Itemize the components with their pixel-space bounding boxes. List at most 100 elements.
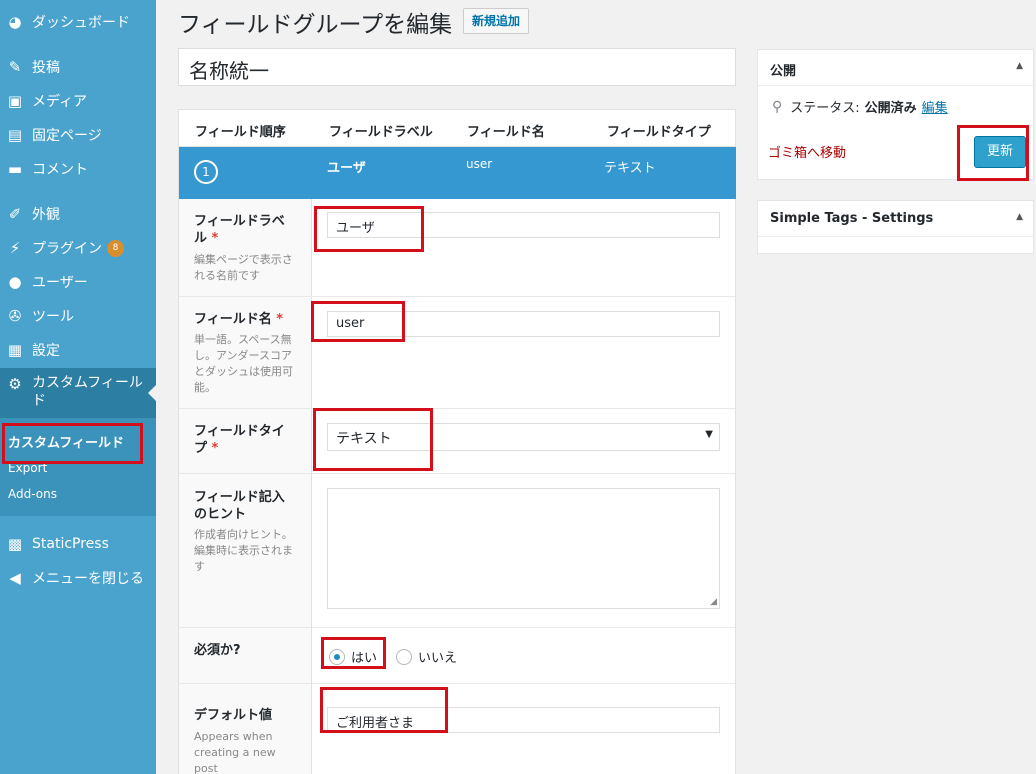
publish-box: 公開 ▲ ⚲ ステータス: 公開済み 編集 ゴミ箱へ移動 更新 xyxy=(757,49,1034,180)
menu-custom-fields[interactable]: ⚙ カスタムフィールド xyxy=(0,368,156,418)
dropdown-arrow-icon: ▼ xyxy=(705,429,713,440)
field-type-select[interactable]: テキスト ▼ xyxy=(327,423,720,451)
submenu-export[interactable]: Export xyxy=(8,461,47,475)
select-value: テキスト xyxy=(336,431,392,447)
field-label-input[interactable]: ユーザ xyxy=(327,212,720,238)
staticpress-icon: ▩ xyxy=(7,535,23,553)
menu-staticpress[interactable]: ▩ StaticPress xyxy=(0,527,156,561)
field-type-title: フィールドタイプ * xyxy=(194,423,294,457)
menu-label: コメント xyxy=(32,162,88,178)
menu-label: カスタムフィールド xyxy=(32,375,143,409)
label-text: フィールドタイプ xyxy=(194,424,285,456)
menu-label: メディア xyxy=(32,94,88,110)
required-mark: * xyxy=(276,312,284,327)
comment-icon: ▬ xyxy=(7,160,23,178)
field-hint-title: フィールド記入のヒント xyxy=(194,490,285,522)
admin-sidebar: ◕ ダッシュボード ✎ 投稿 ▣ メディア ▤ 固定ページ ▬ コメント ✐ 外観 ⚡ プラグ… xyxy=(0,0,156,774)
menu-label: プラグイン xyxy=(32,241,102,257)
field-row[interactable]: 1 ユーザ user テキスト xyxy=(179,147,736,199)
status-line: ⚲ ステータス: 公開済み 編集 xyxy=(772,97,948,117)
field-edit-panel: フィールドラベル * 編集ページで表示される名前です ユーザ フィールド名 * … xyxy=(179,199,735,774)
menu-plugins[interactable]: ⚡ プラグイン 8 xyxy=(0,231,156,265)
field-hint-textarea[interactable]: ◢ xyxy=(327,488,720,609)
menu-appearance[interactable]: ✐ 外観 xyxy=(0,197,156,231)
group-title-input[interactable]: 名称統一 xyxy=(178,48,736,86)
submenu-addons[interactable]: Add-ons xyxy=(8,487,57,501)
menu-label: ダッシュボード xyxy=(32,15,130,31)
status-edit-link[interactable]: 編集 xyxy=(922,97,948,116)
label-text: フィールドラベル xyxy=(194,214,285,246)
update-count-badge: 8 xyxy=(107,239,124,257)
field-hint-desc: 作成者向けヒント。編集時に表示されます xyxy=(194,528,293,573)
default-value-title: デフォルト値 xyxy=(194,708,273,723)
required-no-radio[interactable]: いいえ xyxy=(396,647,457,666)
collapse-arrow-icon[interactable]: ▲ xyxy=(1016,212,1023,222)
menu-dashboard[interactable]: ◕ ダッシュボード xyxy=(0,5,156,39)
media-icon: ▣ xyxy=(7,92,23,110)
menu-pages[interactable]: ▤ 固定ページ xyxy=(0,118,156,152)
menu-label: メニューを閉じる xyxy=(32,571,144,587)
row-divider xyxy=(179,683,735,684)
column-header: フィールド順序 xyxy=(195,125,286,140)
fields-box: フィールド順序 フィールドラベル フィールド名 フィールドタイプ 1 ユーザ u… xyxy=(178,109,736,774)
publish-box-header[interactable]: 公開 ▲ xyxy=(758,50,1033,86)
gear-icon: ⚙ xyxy=(8,375,22,393)
simple-tags-header[interactable]: Simple Tags - Settings ▲ xyxy=(758,201,1033,237)
menu-posts[interactable]: ✎ 投稿 xyxy=(0,50,156,84)
pin-icon: ⚲ xyxy=(772,98,783,115)
field-name-desc: 単一語。スペース無し。アンダースコアとダッシュは使用可能。 xyxy=(194,333,293,394)
radio-label: いいえ xyxy=(418,651,458,666)
field-name-title: フィールド名 * xyxy=(194,311,294,328)
page-icon: ▤ xyxy=(7,126,23,144)
row-divider xyxy=(179,627,735,628)
submenu-custom-fields[interactable]: カスタムフィールド xyxy=(8,432,124,451)
menu-media[interactable]: ▣ メディア xyxy=(0,84,156,118)
collapse-icon: ◀ xyxy=(9,569,21,587)
column-header: フィールドラベル xyxy=(329,125,433,140)
required-mark: * xyxy=(211,441,219,456)
field-label-title: フィールドラベル * xyxy=(194,213,294,247)
menu-label: ユーザー xyxy=(32,275,88,291)
menu-collapse[interactable]: ◀ メニューを閉じる xyxy=(0,561,156,595)
required-mark: * xyxy=(211,231,219,246)
menu-label: 外観 xyxy=(32,207,60,223)
field-row-name: user xyxy=(466,157,493,171)
column-header: フィールドタイプ xyxy=(607,125,711,140)
default-value-input[interactable]: ご利用者さま xyxy=(327,707,720,733)
update-button[interactable]: 更新 xyxy=(974,136,1026,168)
field-name-input[interactable]: user xyxy=(327,311,720,337)
radio-label: はい xyxy=(351,651,378,666)
menu-tools[interactable]: ✇ ツール xyxy=(0,299,156,333)
required-yes-radio[interactable]: はい xyxy=(329,647,377,666)
custom-fields-submenu: カスタムフィールド Export Add-ons xyxy=(0,418,156,516)
user-icon: ● xyxy=(8,273,22,291)
menu-users[interactable]: ● ユーザー xyxy=(0,265,156,299)
default-value-desc: Appears when creating a new post xyxy=(194,730,276,774)
status-value: 公開済み xyxy=(864,101,917,116)
menu-label: StaticPress xyxy=(32,536,109,552)
wrench-icon: ✇ xyxy=(8,307,22,325)
menu-label: 投稿 xyxy=(32,60,60,76)
box-title: Simple Tags - Settings xyxy=(770,211,934,226)
trash-link[interactable]: ゴミ箱へ移動 xyxy=(768,142,846,161)
box-title: 公開 xyxy=(770,64,797,79)
radio-checked-icon xyxy=(329,648,345,665)
menu-label: 設定 xyxy=(32,343,60,359)
menu-settings[interactable]: ▦ 設定 xyxy=(0,333,156,367)
label-text: フィールド名 xyxy=(194,312,272,327)
menu-comments[interactable]: ▬ コメント xyxy=(0,152,156,186)
dashboard-icon: ◕ xyxy=(8,13,22,31)
page-title: フィールドグループを編集 xyxy=(178,12,453,38)
row-divider xyxy=(179,296,735,297)
add-new-button[interactable]: 新規追加 xyxy=(463,8,530,34)
pin-icon: ✎ xyxy=(8,58,22,76)
status-label: ステータス: xyxy=(790,101,860,116)
plugin-icon: ⚡ xyxy=(9,239,21,257)
field-order-badge[interactable]: 1 xyxy=(194,160,218,184)
label-column xyxy=(179,199,312,774)
collapse-arrow-icon[interactable]: ▲ xyxy=(1016,61,1023,71)
field-row-label[interactable]: ユーザ xyxy=(327,157,366,176)
resize-grip-icon[interactable]: ◢ xyxy=(710,597,717,607)
radio-unchecked-icon xyxy=(396,648,412,665)
menu-label: ツール xyxy=(32,309,74,325)
